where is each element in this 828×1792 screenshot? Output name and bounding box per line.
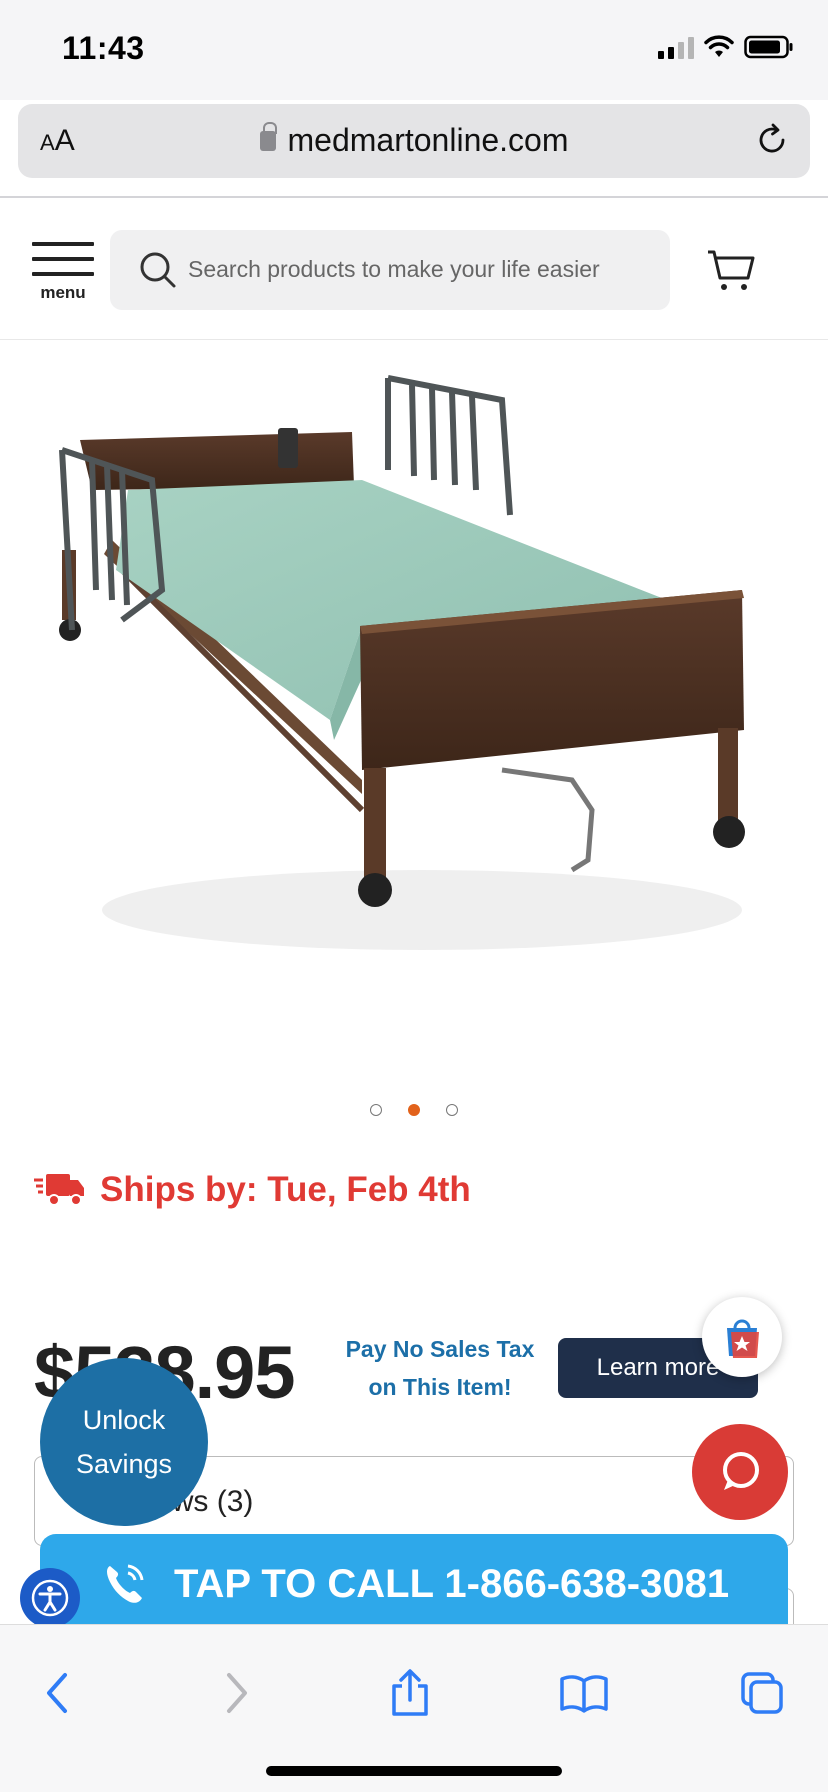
menu-label: menu [40,283,86,302]
carousel-dot[interactable] [446,1104,458,1116]
tax-line-2: on This Item! [368,1374,512,1400]
address-bar[interactable]: AA medmartonline.com [18,104,810,178]
tabs-button[interactable] [734,1665,790,1721]
shopping-bag-button[interactable] [702,1297,782,1377]
unlock-line-1: Unlock [82,1405,166,1435]
shipping-info: Ships by: Tue, Feb 4th [34,1170,471,1210]
product-image[interactable] [32,340,796,1080]
bookmarks-icon [560,1675,608,1713]
share-button[interactable] [382,1665,438,1721]
menu-button[interactable]: menu [32,242,94,303]
status-time: 11:43 [62,30,145,66]
chat-button[interactable] [692,1424,788,1520]
back-button[interactable] [30,1665,86,1721]
chat-icon [723,1452,759,1490]
delivery-truck-icon [34,1174,84,1206]
carousel-dot-active[interactable] [408,1104,420,1116]
home-indicator [266,1766,562,1776]
carousel-indicators [0,1104,828,1116]
chevron-right-icon [227,1673,247,1713]
unlock-line-2: Savings [75,1449,173,1479]
tax-line-1: Pay No Sales Tax [345,1336,535,1362]
ships-by-text: Ships by: Tue, Feb 4th [100,1170,471,1209]
forward-button[interactable] [208,1665,264,1721]
tap-to-call-bar[interactable]: TAP TO CALL 1-866-638-3081 [40,1534,788,1634]
search-input[interactable]: Search products to make your life easier [110,230,670,310]
chevron-left-icon [47,1673,67,1713]
battery-icon [744,35,793,59]
accessibility-icon [31,1579,69,1617]
lock-icon [259,121,277,151]
carousel-dot[interactable] [370,1104,382,1116]
accessibility-button[interactable] [20,1568,80,1628]
search-placeholder: Search products to make your life easier [188,256,600,282]
url-text: medmartonline.com [287,122,569,158]
sales-tax-note: Pay No Sales Tax on This Item! [340,1330,540,1406]
call-label: TAP TO CALL 1-866-638-3081 [174,1561,730,1606]
url-field[interactable]: medmartonline.com [18,121,810,159]
bookmarks-button[interactable] [556,1665,612,1721]
cellular-signal-icon [658,35,694,59]
share-icon [392,1669,428,1716]
search-icon [140,252,176,288]
wifi-icon [704,35,734,57]
status-bar: 11:43 [0,0,828,100]
hamburger-icon [32,242,94,246]
shopping-bag-icon [727,1319,759,1358]
hospital-bed-image [59,375,745,950]
reload-icon[interactable] [752,120,792,160]
cart-icon[interactable] [706,248,756,294]
phone-icon [107,1564,144,1603]
unlock-savings-button[interactable]: Unlock Savings [40,1358,208,1526]
site-header: menu Search products to make your life e… [0,198,828,340]
tabs-icon [741,1672,783,1714]
status-icons [658,34,794,60]
